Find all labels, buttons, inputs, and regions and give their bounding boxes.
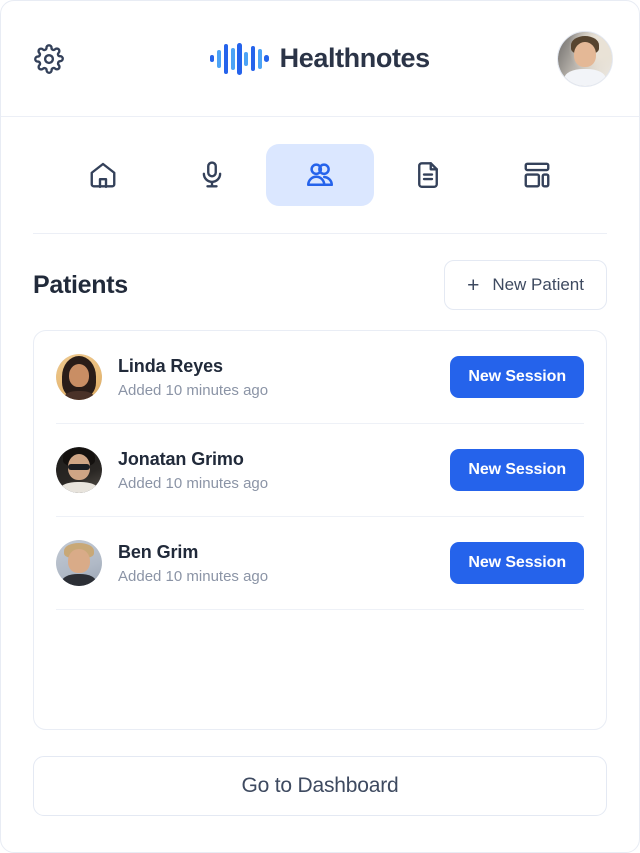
app-window: Healthnotes Patients + New Patient Linda… xyxy=(0,0,640,853)
go-to-dashboard-button[interactable]: Go to Dashboard xyxy=(33,756,607,816)
gear-icon xyxy=(34,43,64,74)
patients-list: Linda Reyes Added 10 minutes ago New Ses… xyxy=(33,330,607,730)
patient-added-time: Added 10 minutes ago xyxy=(118,381,269,399)
table-row[interactable]: Ben Grim Added 10 minutes ago New Sessio… xyxy=(56,517,584,610)
microphone-icon xyxy=(197,160,227,190)
patient-name: Jonatan Grimo xyxy=(118,448,244,469)
brand-name: Healthnotes xyxy=(279,43,431,73)
nav-item-notes[interactable] xyxy=(374,144,482,206)
patient-added-time: Added 10 minutes ago xyxy=(118,474,269,492)
page-title: Patients xyxy=(33,270,128,299)
nav-item-patients[interactable] xyxy=(265,144,375,206)
nav-item-dashboard[interactable] xyxy=(483,144,591,206)
nav-item-home[interactable] xyxy=(49,144,157,206)
patient-avatar xyxy=(56,354,102,400)
patient-added-time: Added 10 minutes ago xyxy=(118,567,269,585)
users-icon xyxy=(305,160,335,190)
patient-name: Ben Grim xyxy=(118,541,199,562)
new-session-button[interactable]: New Session xyxy=(450,542,584,584)
patient-name: Linda Reyes xyxy=(118,355,223,376)
home-icon xyxy=(88,160,118,190)
main-navigation xyxy=(1,117,639,233)
patient-avatar xyxy=(56,447,102,493)
settings-button[interactable] xyxy=(27,37,71,81)
new-session-button[interactable]: New Session xyxy=(450,356,584,398)
brand-logo: Healthnotes xyxy=(1,1,639,116)
patient-avatar xyxy=(56,540,102,586)
audio-waveform-icon xyxy=(210,42,269,76)
layout-icon xyxy=(522,160,552,190)
new-session-button[interactable]: New Session xyxy=(450,449,584,491)
table-row[interactable]: Linda Reyes Added 10 minutes ago New Ses… xyxy=(56,331,584,424)
add-patient-button[interactable]: + New Patient xyxy=(444,260,607,310)
app-header: Healthnotes xyxy=(1,1,639,117)
plus-icon: + xyxy=(467,273,480,297)
user-avatar-image xyxy=(558,31,612,86)
nav-item-record[interactable] xyxy=(157,144,265,206)
add-patient-label: New Patient xyxy=(492,275,584,294)
avatar[interactable] xyxy=(557,30,613,87)
patients-section-header: Patients + New Patient xyxy=(1,234,639,330)
table-row[interactable]: Jonatan Grimo Added 10 minutes ago New S… xyxy=(56,424,584,517)
document-icon xyxy=(413,160,443,190)
